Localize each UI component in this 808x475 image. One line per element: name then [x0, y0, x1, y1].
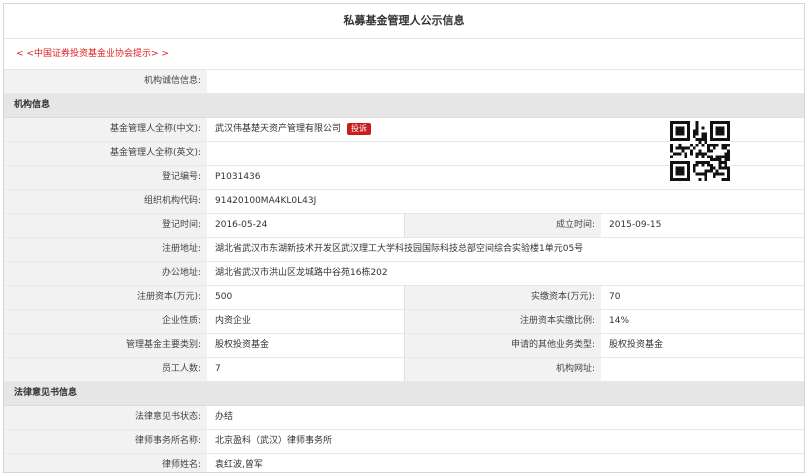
association-notice-link[interactable]: < <中国证券投资基金业协会提示> > — [4, 39, 804, 69]
integrity-label: 机构诚信信息: — [4, 70, 207, 93]
nature-value: 内资企业 — [215, 316, 252, 326]
lawyer-label: 律师姓名: — [4, 454, 207, 472]
name-en-value — [207, 142, 602, 165]
capital-row: 注册资本(万元): 500 实缴资本(万元): 70 — [4, 286, 804, 310]
paid-ratio-label: 注册资本实缴比例: — [404, 310, 601, 333]
fund-type-value: 股权投资基金 — [215, 340, 270, 350]
lawyer-value: 袁红波,曾军 — [215, 460, 263, 470]
website-label: 机构网址: — [404, 358, 601, 381]
name-cn-text: 武汉伟基楚天资产管理有限公司 — [215, 124, 342, 134]
reg-capital-value: 500 — [215, 292, 233, 302]
qr-code-icon — [670, 121, 730, 181]
section-institution: 机构信息 — [4, 94, 804, 118]
legal-status-label: 法律意见书状态: — [4, 406, 207, 429]
office-addr-value: 湖北省武汉市洪山区龙城路中谷苑16栋202 — [215, 268, 388, 278]
paid-capital-value: 70 — [609, 292, 621, 302]
paid-capital-label: 实缴资本(万元): — [404, 286, 601, 309]
est-date-label: 成立时间: — [404, 214, 601, 237]
integrity-value — [207, 70, 804, 93]
nature-row: 企业性质: 内资企业 注册资本实缴比例: 14% — [4, 310, 804, 334]
nature-label: 企业性质: — [4, 310, 207, 333]
name-cn-label: 基金管理人全称(中文): — [4, 118, 207, 141]
fund-type-row: 管理基金主要类别: 股权投资基金 申请的其他业务类型: 股权投资基金 — [4, 334, 804, 358]
website-value — [601, 358, 804, 381]
org-code-label: 组织机构代码: — [4, 190, 207, 213]
staff-value: 7 — [215, 364, 221, 374]
section-legal: 法律意见书信息 — [4, 382, 804, 406]
reg-addr-label: 注册地址: — [4, 238, 207, 261]
integrity-row: 机构诚信信息: — [4, 69, 804, 94]
office-addr-label: 办公地址: — [4, 262, 207, 285]
page-title: 私募基金管理人公示信息 — [4, 4, 804, 39]
office-addr-row: 办公地址: 湖北省武汉市洪山区龙城路中谷苑16栋202 — [4, 262, 804, 286]
lawyer-row: 律师姓名: 袁红波,曾军 — [4, 454, 804, 472]
reg-no-value: P1031436 — [215, 172, 261, 182]
page-frame: 私募基金管理人公示信息 < <中国证券投资基金业协会提示> > 机构诚信信息: … — [3, 3, 805, 473]
reg-addr-row: 注册地址: 湖北省武汉市东湖新技术开发区武汉理工大学科技园国际科技总部空间综合实… — [4, 238, 804, 262]
org-code-value: 91420100MA4KL0L43J — [215, 196, 317, 206]
legal-status-value: 办结 — [215, 412, 234, 422]
staff-row: 员工人数: 7 机构网址: — [4, 358, 804, 382]
org-code-row: 组织机构代码: 91420100MA4KL0L43J — [4, 190, 804, 214]
legal-status-row: 法律意见书状态: 办结 — [4, 406, 804, 430]
name-en-label: 基金管理人全称(英文): — [4, 142, 207, 165]
dates-row: 登记时间: 2016-05-24 成立时间: 2015-09-15 — [4, 214, 804, 238]
complaint-button[interactable]: 投诉 — [347, 122, 372, 135]
staff-label: 员工人数: — [4, 358, 207, 381]
law-firm-value: 北京盈科（武汉）律师事务所 — [215, 436, 333, 446]
other-biz-value: 股权投资基金 — [609, 340, 664, 350]
name-cn-value: 武汉伟基楚天资产管理有限公司 投诉 — [207, 118, 602, 141]
reg-no-label: 登记编号: — [4, 166, 207, 189]
reg-date-label: 登记时间: — [4, 214, 207, 237]
reg-capital-label: 注册资本(万元): — [4, 286, 207, 309]
reg-addr-value: 湖北省武汉市东湖新技术开发区武汉理工大学科技园国际科技总部空间综合实验楼1单元0… — [215, 244, 584, 254]
other-biz-label: 申请的其他业务类型: — [404, 334, 601, 357]
law-firm-label: 律师事务所名称: — [4, 430, 207, 453]
law-firm-row: 律师事务所名称: 北京盈科（武汉）律师事务所 — [4, 430, 804, 454]
paid-ratio-value: 14% — [609, 316, 630, 326]
reg-date-value: 2016-05-24 — [215, 220, 268, 230]
est-date-value: 2015-09-15 — [609, 220, 662, 230]
fund-type-label: 管理基金主要类别: — [4, 334, 207, 357]
